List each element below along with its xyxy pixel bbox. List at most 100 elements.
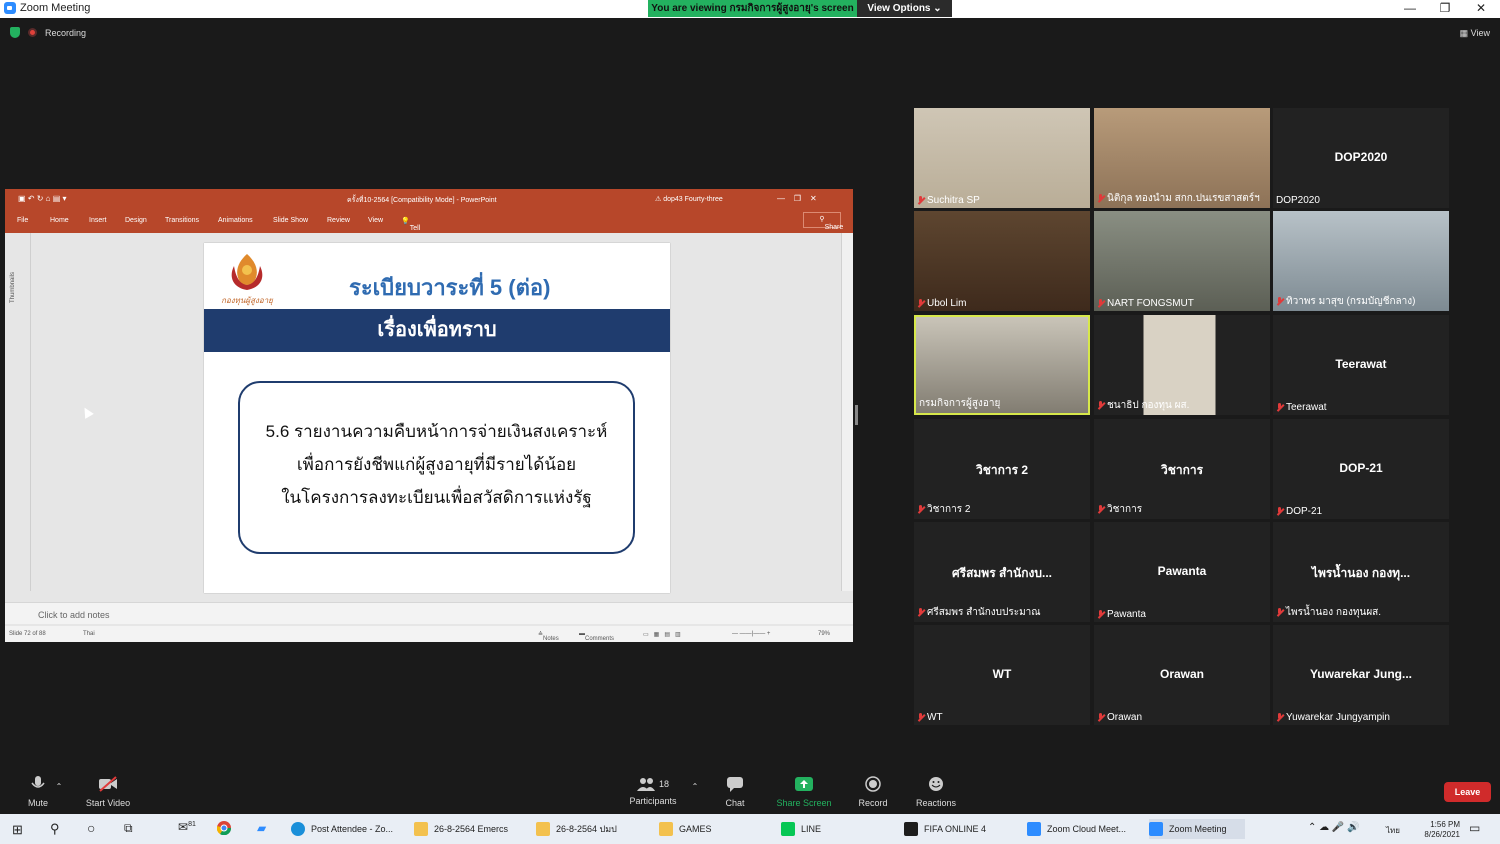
close-button[interactable]: ✕ [1471,1,1491,15]
language-indicator[interactable]: Thai [83,631,95,637]
record-button[interactable]: Record [852,770,894,808]
tab-slide-show[interactable]: Slide Show [273,217,308,224]
participant-tile[interactable]: วิชาการ วิชาการ [1094,419,1270,519]
start-video-button[interactable]: Start Video [80,770,136,808]
participants-button[interactable]: 18 Participants [624,770,682,806]
notes-toggle[interactable]: ≙ Notes [538,631,559,642]
participant-tile[interactable]: WT WT [914,625,1090,725]
participant-tile[interactable]: นิติกุล ทองนำม สกก.ปนเรขสาสตร์ฯ [1094,108,1270,208]
participant-tile[interactable]: Pawanta Pawanta [1094,522,1270,622]
participant-tile[interactable]: ไพรน้ำนอง กองทุ... ไพรน้ำนอง กองทุนผส. [1273,522,1449,622]
windows-taskbar: ⊞ ⚲ ○ ⧉ ✉81 ▰ Post Attendee - Zo... 26-8… [0,814,1500,844]
notes-placeholder: Click to add notes [38,610,110,620]
taskbar-item-label: FIFA ONLINE 4 [924,824,987,834]
thumbnails-pane[interactable]: Thumbnails [5,233,31,591]
recording-label[interactable]: Recording [45,28,86,38]
tab-file[interactable]: File [17,217,28,224]
taskbar-item-folder-1[interactable]: 26-8-2564 Emercs [414,822,508,836]
participant-name: Yuwarekar Jungyampin [1286,712,1390,723]
participant-name: วิชาการ 2 [927,504,971,515]
leave-button[interactable]: Leave [1444,782,1491,802]
taskbar-item-games[interactable]: GAMES [659,822,712,836]
tab-animations[interactable]: Animations [218,217,253,224]
chrome-icon[interactable] [216,821,232,836]
taskbar-item-line[interactable]: LINE [781,822,821,836]
zoom-slider[interactable]: — ——|—— + [732,631,770,637]
tab-home[interactable]: Home [50,217,69,224]
ppt-share-button[interactable]: ⚲ Share [803,212,843,231]
tab-transitions[interactable]: Transitions [165,217,199,224]
taskbar-item-edge[interactable]: Post Attendee - Zo... [291,822,393,836]
view-options-button[interactable]: View Options ⌄ [857,0,952,17]
taskbar-item-folder-2[interactable]: 26-8-2564 ปมป [536,822,617,836]
notes-pane[interactable]: Click to add notes [5,602,853,624]
reactions-icon [929,777,943,791]
participant-tile[interactable]: ทิวาพร มาสุข (กรมบัญชีกลาง) [1273,211,1449,311]
taskbar-item-fifa[interactable]: FIFA ONLINE 4 [904,822,986,836]
slide-canvas[interactable]: กองทุนผู้สูงอายุ ระเบียบวาระที่ 5 (ต่อ) … [204,243,670,593]
tab-review[interactable]: Review [327,217,350,224]
security-shield-icon[interactable] [10,27,20,38]
tab-design[interactable]: Design [125,217,147,224]
ppt-quick-access-icons[interactable]: ▣ ↶ ↻ ⌂ ▤ ▾ [18,194,66,203]
participant-tile[interactable]: DOP2020 DOP2020 [1273,108,1449,208]
participant-display-name: วิชาการ [1160,463,1204,477]
slide-scrollbar[interactable] [841,233,853,591]
participant-display-name: Pawanta [1157,564,1207,578]
maximize-button[interactable]: ❐ [1435,1,1455,15]
participants-label: Participants [629,796,677,806]
participant-tile[interactable]: Orawan Orawan [1094,625,1270,725]
tell-me-search[interactable]: 💡 Tell me what you want to do [401,217,425,274]
tab-view[interactable]: View [368,217,383,224]
tab-insert[interactable]: Insert [89,217,107,224]
participant-tile[interactable]: DOP-21 DOP-21 [1273,419,1449,519]
ppt-user[interactable]: ⚠ dop43 Fourty-three [655,195,723,203]
line-icon [781,822,795,836]
participant-tile[interactable]: Suchitra SP [914,108,1090,208]
meeting-toolbar: Mute ⌃ Start Video 18 Participants ⌃ Cha… [0,770,1500,814]
participant-display-name: Yuwarekar Jung... [1309,667,1413,681]
audio-options-caret[interactable]: ⌃ [52,782,66,791]
participant-name: DOP2020 [1276,195,1320,206]
minimize-button[interactable]: — [1400,1,1420,15]
notification-icon[interactable]: ▭ [1469,821,1480,835]
participant-name-label: วิชาการ [1094,502,1142,517]
ppt-window-controls[interactable]: — ❐ ✕ [777,194,817,203]
participant-tile[interactable]: กรมกิจการผู้สูงอายุ [914,315,1090,415]
zoom-level[interactable]: 79% [818,631,830,637]
fund-logo-icon: กองทุนผู้สูงอายุ [221,254,274,306]
tray-icons[interactable]: ⌃ ☁ 🎤 🔊 [1308,822,1360,833]
chat-button[interactable]: Chat [716,770,754,808]
app-pin-icon[interactable]: ▰ [257,821,266,835]
view-mode-icons[interactable]: ▭ ▦ ▤ ▥ [643,631,681,638]
taskbar-item-zoom-meeting[interactable]: Zoom Meeting [1149,819,1245,839]
split-divider[interactable] [855,405,858,425]
mute-label: Mute [27,798,48,808]
muted-mic-icon [917,505,924,514]
participant-name-label: Orawan [1094,712,1142,723]
reactions-button[interactable]: Reactions [912,770,960,808]
ppt-user-name: dop43 Fourty-three [663,196,723,203]
participant-tile[interactable]: Yuwarekar Jung... Yuwarekar Jungyampin [1273,625,1449,725]
shared-powerpoint-window[interactable]: ▣ ↶ ↻ ⌂ ▤ ▾ ครั้งที่10-2564 [Compatibili… [5,189,853,642]
task-view-icon[interactable]: ⧉ [124,821,133,836]
participant-tile[interactable]: วิชาการ 2 วิชาการ 2 [914,419,1090,519]
participant-tile[interactable]: Ubol Lim [914,211,1090,311]
participant-video [914,108,1090,208]
participant-tile[interactable]: ชนาธิป กองทุน ผส. [1094,315,1270,415]
comments-toggle[interactable]: ▬ Comments [579,631,614,642]
participant-tile[interactable]: Teerawat Teerawat [1273,315,1449,415]
participant-tile[interactable]: ศรีสมพร สำนักงบ... ศรีสมพร สำนักงบประมาณ [914,522,1090,622]
windows-start-icon[interactable]: ⊞ [12,822,23,838]
view-button[interactable]: ▦ View [1460,28,1490,39]
share-screen-button[interactable]: Share Screen [772,770,836,808]
participant-name-label: Yuwarekar Jungyampin [1273,712,1390,723]
clock[interactable]: 1:56 PM 8/26/2021 [1424,820,1460,840]
input-language[interactable]: ไทย [1386,824,1400,837]
mail-icon[interactable]: ✉81 [178,820,196,834]
participant-tile[interactable]: NART FONGSMUT [1094,211,1270,311]
cortana-icon[interactable]: ○ [87,820,95,836]
participants-caret[interactable]: ⌃ [688,782,702,791]
taskbar-item-zoom-cloud[interactable]: Zoom Cloud Meet... [1027,822,1126,836]
search-icon[interactable]: ⚲ [50,821,60,837]
